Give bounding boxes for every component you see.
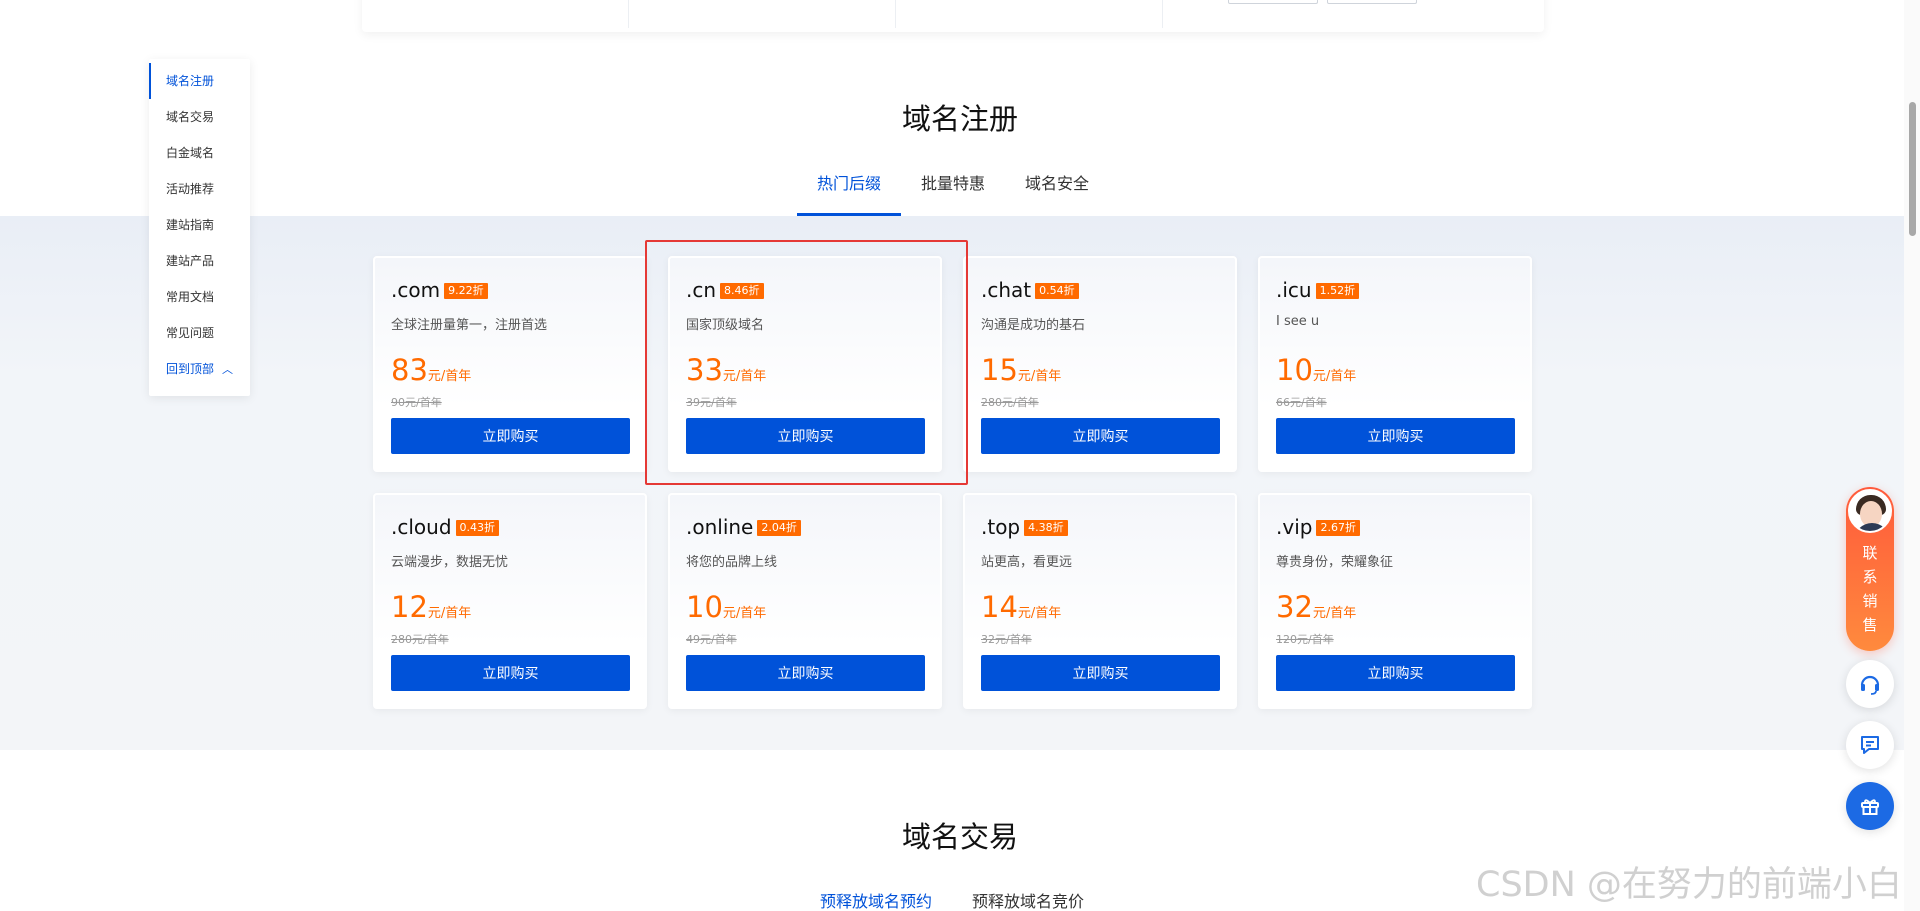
domain-price: 10元/首年 <box>1276 353 1357 387</box>
original-price: 49元/首年 <box>686 633 737 646</box>
divider <box>628 0 629 28</box>
original-price: 90元/首年 <box>391 396 442 409</box>
domain-description: 沟通是成功的基石 <box>981 318 1086 333</box>
discount-badge: 0.43折 <box>455 520 500 536</box>
discount-badge: 2.67折 <box>1316 520 1360 536</box>
divider <box>1162 0 1163 28</box>
back-to-top-label: 回到顶部 <box>166 362 215 376</box>
sidenav-item-domain-register[interactable]: 域名注册 <box>149 63 250 99</box>
buy-now-button[interactable]: 立即购买 <box>391 655 630 691</box>
domain-card-chat: .chat 0.54折 沟通是成功的基石 15元/首年 280元/首年 立即购买 <box>963 256 1237 472</box>
domain-price: 14元/首年 <box>981 590 1062 624</box>
domain-suffix: .vip 2.67折 <box>1276 515 1360 539</box>
cut-off-input[interactable] <box>1228 0 1318 4</box>
domain-description: 尊贵身份，荣耀象征 <box>1276 555 1394 570</box>
sidenav-item-docs[interactable]: 常用文档 <box>149 279 250 315</box>
contact-sales-widget[interactable]: 联系销售 <box>1846 487 1894 651</box>
top-info-strip <box>362 0 1544 32</box>
customer-service-button[interactable] <box>1846 660 1894 708</box>
original-price: 66元/首年 <box>1276 396 1327 409</box>
sidenav-item-faq[interactable]: 常见问题 <box>149 315 250 351</box>
domain-suffix: .top 4.38折 <box>981 515 1068 539</box>
page: 域名注册 域名交易 白金域名 活动推荐 建站指南 建站产品 常用文档 常见问题 … <box>0 0 1920 911</box>
domain-description: 全球注册量第一，注册首选 <box>391 318 548 333</box>
domain-suffix: .com 9.22折 <box>391 278 488 302</box>
original-price: 39元/首年 <box>686 396 737 409</box>
discount-badge: 0.54折 <box>1035 283 1079 299</box>
discount-badge: 9.22折 <box>444 283 488 299</box>
domain-card-icu: .icu 1.52折 I see u 10元/首年 66元/首年 立即购买 <box>1258 256 1532 472</box>
tab-domain-security[interactable]: 域名安全 <box>1005 168 1109 216</box>
chevron-up-icon: ︿ <box>222 363 234 376</box>
section-title-domain-trade: 域名交易 <box>901 820 1018 854</box>
tab-hot-suffix[interactable]: 热门后缀 <box>797 168 901 216</box>
back-to-top-button[interactable]: 回到顶部 ︿ <box>149 351 250 387</box>
gift-icon <box>1861 799 1879 815</box>
buy-now-button[interactable]: 立即购买 <box>391 418 630 454</box>
original-price: 280元/首年 <box>391 633 449 646</box>
domain-card-cn: .cn 8.46折 国家顶级域名 33元/首年 39元/首年 立即购买 <box>668 256 942 472</box>
sidenav-item-site-guide[interactable]: 建站指南 <box>149 207 250 243</box>
buy-now-button[interactable]: 立即购买 <box>1276 418 1515 454</box>
domain-card-com: .com 9.22折 全球注册量第一，注册首选 83元/首年 90元/首年 立即购… <box>373 256 647 472</box>
discount-badge: 2.04折 <box>757 520 801 536</box>
sidenav-item-platinum-domain[interactable]: 白金域名 <box>149 135 250 171</box>
domain-card-top: .top 4.38折 站更高，看更远 14元/首年 32元/首年 立即购买 <box>963 493 1237 709</box>
domain-description: I see u <box>1276 314 1320 329</box>
domain-price: 32元/首年 <box>1276 590 1357 624</box>
watermark: CSDN @在努力的前端小白 <box>1476 865 1902 905</box>
domain-price: 15元/首年 <box>981 353 1062 387</box>
buy-now-button[interactable]: 立即购买 <box>1276 655 1515 691</box>
section-title-domain-register: 域名注册 <box>901 102 1018 136</box>
buy-now-button[interactable]: 立即购买 <box>686 418 925 454</box>
tab-bulk-discount[interactable]: 批量特惠 <box>901 168 1005 216</box>
buy-now-button[interactable]: 立即购买 <box>981 418 1220 454</box>
divider <box>895 0 896 28</box>
cards-background-band <box>0 216 1904 750</box>
domain-suffix: .chat 0.54折 <box>981 278 1079 302</box>
domain-suffix: .cloud 0.43折 <box>391 515 500 539</box>
buy-now-button[interactable]: 立即购买 <box>686 655 925 691</box>
domain-price: 33元/首年 <box>686 353 767 387</box>
tab-pre-release-bid[interactable]: 预释放域名竞价 <box>972 888 1084 911</box>
discount-badge: 4.38折 <box>1024 520 1068 536</box>
domain-description: 云端漫步，数据无忧 <box>391 555 509 570</box>
message-button[interactable] <box>1846 721 1894 769</box>
sales-avatar <box>1848 489 1892 533</box>
domain-description: 站更高，看更远 <box>981 555 1073 570</box>
tab-pre-release-reserve[interactable]: 预释放域名预约 <box>820 888 932 911</box>
buy-now-button[interactable]: 立即购买 <box>981 655 1220 691</box>
domain-description: 国家顶级域名 <box>686 318 765 333</box>
sidenav-item-promotions[interactable]: 活动推荐 <box>149 171 250 207</box>
scrollbar-thumb[interactable] <box>1909 102 1916 236</box>
gift-button[interactable] <box>1846 782 1894 830</box>
domain-suffix: .icu 1.52折 <box>1276 278 1360 302</box>
domain-price: 83元/首年 <box>391 353 472 387</box>
original-price: 280元/首年 <box>981 396 1039 409</box>
discount-badge: 8.46折 <box>720 283 764 299</box>
sidenav-item-site-products[interactable]: 建站产品 <box>149 243 250 279</box>
cut-off-button[interactable] <box>1327 0 1417 4</box>
domain-card-cloud: .cloud 0.43折 云端漫步，数据无忧 12元/首年 280元/首年 立即购… <box>373 493 647 709</box>
domain-card-vip: .vip 2.67折 尊贵身份，荣耀象征 32元/首年 120元/首年 立即购买 <box>1258 493 1532 709</box>
headset-icon <box>1860 675 1880 695</box>
discount-badge: 1.52折 <box>1315 283 1360 299</box>
domain-suffix: .online 2.04折 <box>686 515 801 539</box>
domain-description: 将您的品牌上线 <box>686 555 778 570</box>
original-price: 32元/首年 <box>981 633 1032 646</box>
domain-card-online: .online 2.04折 将您的品牌上线 10元/首年 49元/首年 立即购买 <box>668 493 942 709</box>
domain-price: 10元/首年 <box>686 590 767 624</box>
domain-price: 12元/首年 <box>391 590 472 624</box>
message-icon <box>1861 736 1879 754</box>
contact-sales-label: 联系销售 <box>1862 544 1878 634</box>
domain-suffix: .cn 8.46折 <box>686 278 764 302</box>
original-price: 120元/首年 <box>1276 633 1334 646</box>
